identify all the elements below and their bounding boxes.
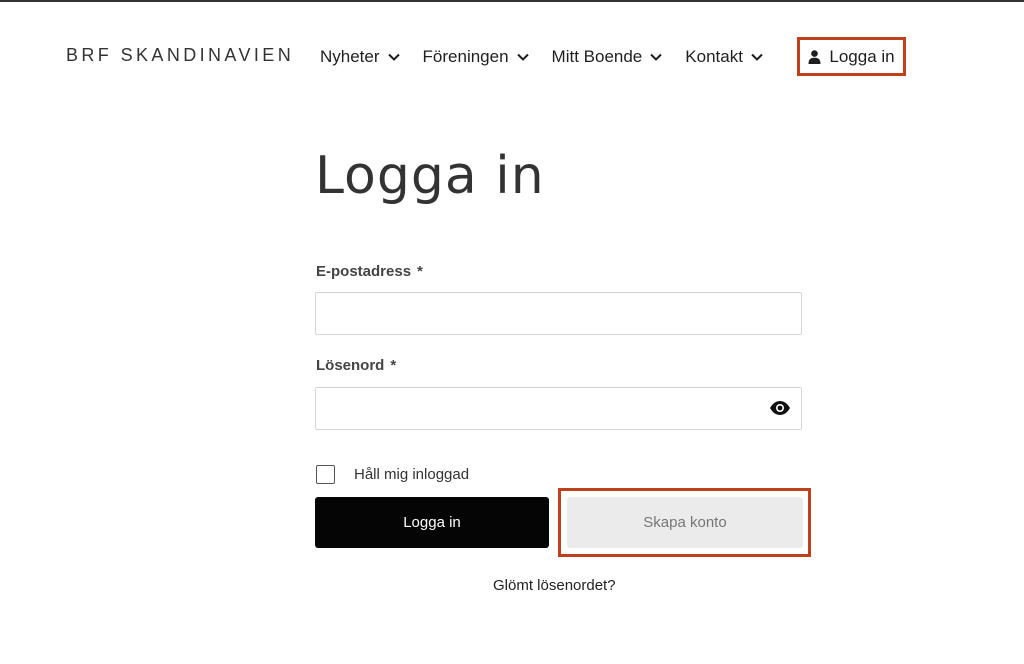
login-button[interactable]: Logga in <box>315 497 549 548</box>
nav-item-foreningen[interactable]: Föreningen <box>423 47 529 67</box>
nav-item-label: Nyheter <box>320 47 380 66</box>
chevron-down-icon <box>387 53 400 61</box>
nav-login-link[interactable]: Logga in <box>797 37 906 76</box>
nav-item-nyheter[interactable]: Nyheter <box>320 47 400 67</box>
remember-me[interactable]: Håll mig inloggad <box>316 465 469 484</box>
required-mark: * <box>390 357 397 374</box>
password-field[interactable] <box>315 387 802 430</box>
email-field[interactable] <box>315 292 802 335</box>
top-border <box>0 0 1024 2</box>
chevron-down-icon <box>751 53 763 61</box>
email-label-text: E-postadress <box>316 263 412 280</box>
password-label: Lösenord * <box>316 357 396 374</box>
login-page: BRF SKANDINAVIEN Nyheter Föreningen Mitt… <box>0 0 1024 664</box>
forgot-password-link[interactable]: Glömt lösenordet? <box>493 577 616 594</box>
email-label: E-postadress * <box>316 263 423 280</box>
remember-label: Håll mig inloggad <box>354 466 470 483</box>
remember-checkbox[interactable] <box>316 465 335 484</box>
nav-item-label: Mitt Boende <box>551 47 643 66</box>
chevron-down-icon <box>516 53 529 61</box>
user-icon <box>808 49 821 64</box>
nav-item-kontakt[interactable]: Kontakt <box>685 47 763 67</box>
page-title: Logga in <box>315 146 545 206</box>
create-account-button[interactable]: Skapa konto <box>567 497 803 548</box>
site-brand[interactable]: BRF SKANDINAVIEN <box>66 45 294 66</box>
main-nav: Nyheter Föreningen Mitt Boende Kontakt <box>320 40 763 74</box>
nav-item-label: Kontakt <box>685 47 743 66</box>
nav-item-mitt-boende[interactable]: Mitt Boende <box>552 47 663 67</box>
required-mark: * <box>417 263 423 280</box>
nav-login-label: Logga in <box>829 46 895 66</box>
nav-item-label: Föreningen <box>422 47 509 66</box>
password-label-text: Lösenord <box>316 357 385 374</box>
eye-icon[interactable] <box>769 400 791 416</box>
chevron-down-icon <box>650 53 662 61</box>
